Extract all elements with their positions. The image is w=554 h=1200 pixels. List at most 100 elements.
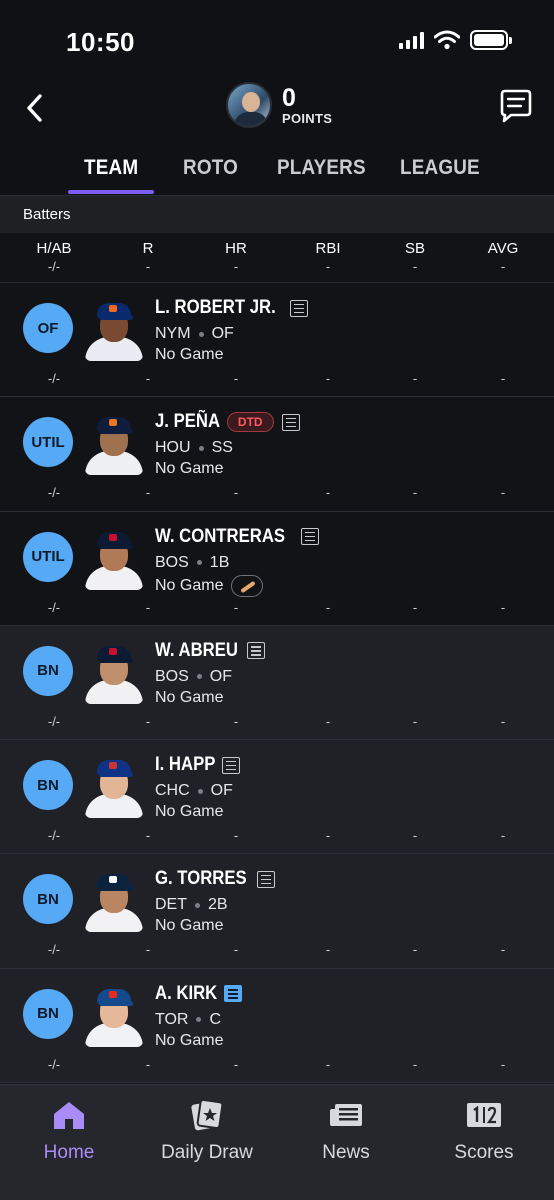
stat-value: -	[412, 599, 418, 615]
player-name[interactable]: G. TORRES	[155, 868, 247, 890]
game-status: No Game	[155, 917, 224, 935]
player-team: HOU	[155, 439, 191, 457]
stat-value: -	[145, 828, 151, 844]
stat-value: -	[145, 599, 151, 615]
player-list: OF L. ROBERT JR. NYM OF No Game -/- - - - - - UTIL J…	[0, 283, 554, 1084]
stat-value: -/-	[47, 828, 61, 844]
position-badge[interactable]: OF	[23, 303, 73, 353]
tab-roto[interactable]: ROTO	[183, 156, 238, 180]
separator-dot	[196, 674, 202, 680]
player-note-icon[interactable]	[300, 528, 319, 546]
chat-icon[interactable]	[498, 88, 534, 124]
player-note-icon[interactable]	[223, 985, 242, 1003]
separator-dot	[196, 560, 202, 566]
tab-players[interactable]: PLAYERS	[277, 156, 366, 180]
player-position: OF	[210, 782, 233, 800]
stat-header-avg[interactable]: AVG	[488, 240, 519, 257]
player-headshot[interactable]	[85, 868, 143, 933]
player-position: C	[209, 1010, 222, 1028]
player-headshot[interactable]	[85, 411, 143, 476]
stat-value: -	[233, 1056, 239, 1072]
stat-header-rbi[interactable]: RBI	[315, 240, 340, 257]
player-headshot[interactable]	[85, 640, 143, 704]
stat-value: -	[412, 1056, 418, 1072]
game-status: No Game	[155, 1031, 224, 1049]
nav-daily-draw-label: Daily Draw	[161, 1142, 253, 1163]
nav-home[interactable]: Home	[0, 1099, 138, 1164]
stat-header-sb[interactable]: SB	[405, 240, 425, 257]
stat-value: -	[500, 942, 506, 958]
back-arrow-icon[interactable]	[20, 90, 50, 126]
player-note-icon[interactable]	[281, 413, 300, 431]
player-row[interactable]: BN W. ABREU BOS OF No Game -/- - - - - -	[0, 625, 554, 741]
player-position: 1B	[209, 553, 230, 571]
injury-status-badge: DTD	[226, 412, 274, 433]
game-status: No Game	[155, 803, 224, 821]
stat-value: -	[500, 485, 506, 501]
nav-daily-draw[interactable]: Daily Draw	[138, 1098, 276, 1164]
stat-value: -/-	[47, 1056, 61, 1072]
position-badge[interactable]: BN	[23, 988, 73, 1039]
nav-news[interactable]: News	[277, 1099, 415, 1164]
player-name[interactable]: W. ABREU	[155, 640, 238, 662]
player-team: BOS	[155, 667, 189, 685]
stat-header-hr[interactable]: HR	[225, 240, 247, 257]
tab-league[interactable]: LEAGUE	[400, 156, 480, 180]
stat-value: -	[325, 485, 331, 501]
scores-icon	[467, 1103, 501, 1127]
player-row[interactable]: BN I. HAPP CHC OF No Game -/- - - - - -	[0, 740, 554, 855]
player-name[interactable]: L. ROBERT JR.	[155, 297, 276, 319]
nav-home-label: Home	[43, 1142, 95, 1163]
player-headshot[interactable]	[85, 754, 143, 819]
nav-scores[interactable]: Scores	[415, 1099, 553, 1164]
stat-value: -	[233, 942, 239, 958]
stat-value: -	[412, 485, 418, 501]
team-summary[interactable]: 0 POINTS	[226, 82, 332, 128]
stat-value: -	[325, 599, 331, 615]
player-name[interactable]: I. HAPP	[155, 754, 215, 776]
nav-scores-label: Scores	[454, 1142, 514, 1163]
stat-value: -	[233, 485, 239, 501]
stat-value: -	[145, 942, 151, 958]
stat-total: -/-	[47, 259, 61, 274]
bat-icon[interactable]	[231, 574, 264, 597]
stat-value: -/-	[47, 485, 61, 501]
player-team: CHC	[155, 782, 190, 800]
points-value: 0	[282, 83, 296, 112]
player-note-icon[interactable]	[290, 299, 309, 317]
stat-value: -	[325, 371, 331, 386]
position-badge[interactable]: BN	[23, 645, 73, 696]
stat-value: -	[412, 828, 418, 844]
player-headshot[interactable]	[85, 983, 143, 1047]
stat-value: -/-	[47, 713, 61, 729]
position-badge[interactable]: BN	[23, 874, 73, 925]
player-row[interactable]: UTIL W. CONTRERAS BOS 1B No Game -/- - - - - -	[0, 511, 554, 626]
status-time: 10:50	[66, 27, 135, 57]
separator-dot	[198, 331, 204, 337]
stat-header-r[interactable]: R	[143, 240, 154, 257]
position-badge[interactable]: UTIL	[23, 531, 73, 582]
stat-header-hab[interactable]: H/AB	[36, 240, 71, 257]
position-badge[interactable]: BN	[23, 760, 73, 811]
player-row[interactable]: OF L. ROBERT JR. NYM OF No Game -/- - - - - -	[0, 283, 554, 398]
player-name[interactable]: A. KIRK	[155, 983, 217, 1005]
player-note-icon[interactable]	[257, 870, 276, 888]
player-row[interactable]: BN A. KIRK TOR C No Game -/- - - - - -	[0, 968, 554, 1084]
stat-value: -	[233, 599, 239, 615]
active-tab-indicator	[68, 190, 154, 194]
player-row[interactable]: BN G. TORRES DET 2B No Game -/- - - - - -	[0, 854, 554, 969]
player-name[interactable]: W. CONTRERAS	[155, 526, 285, 548]
position-badge[interactable]: UTIL	[23, 417, 73, 468]
player-note-icon[interactable]	[221, 756, 240, 774]
player-row[interactable]: UTIL J. PEÑA DTD HOU SS No Game -/- - - - - -	[0, 397, 554, 512]
tab-bar: TEAM ROTO PLAYERS LEAGUE	[0, 148, 554, 194]
player-headshot[interactable]	[85, 297, 143, 361]
tab-team[interactable]: TEAM	[84, 156, 138, 180]
player-note-icon[interactable]	[247, 642, 266, 660]
separator-dot	[197, 788, 203, 794]
player-name[interactable]: J. PEÑA	[155, 411, 220, 433]
stat-value: -/-	[47, 942, 61, 958]
team-avatar[interactable]	[226, 82, 272, 128]
player-headshot[interactable]	[85, 526, 143, 590]
stat-value: -	[500, 713, 506, 729]
